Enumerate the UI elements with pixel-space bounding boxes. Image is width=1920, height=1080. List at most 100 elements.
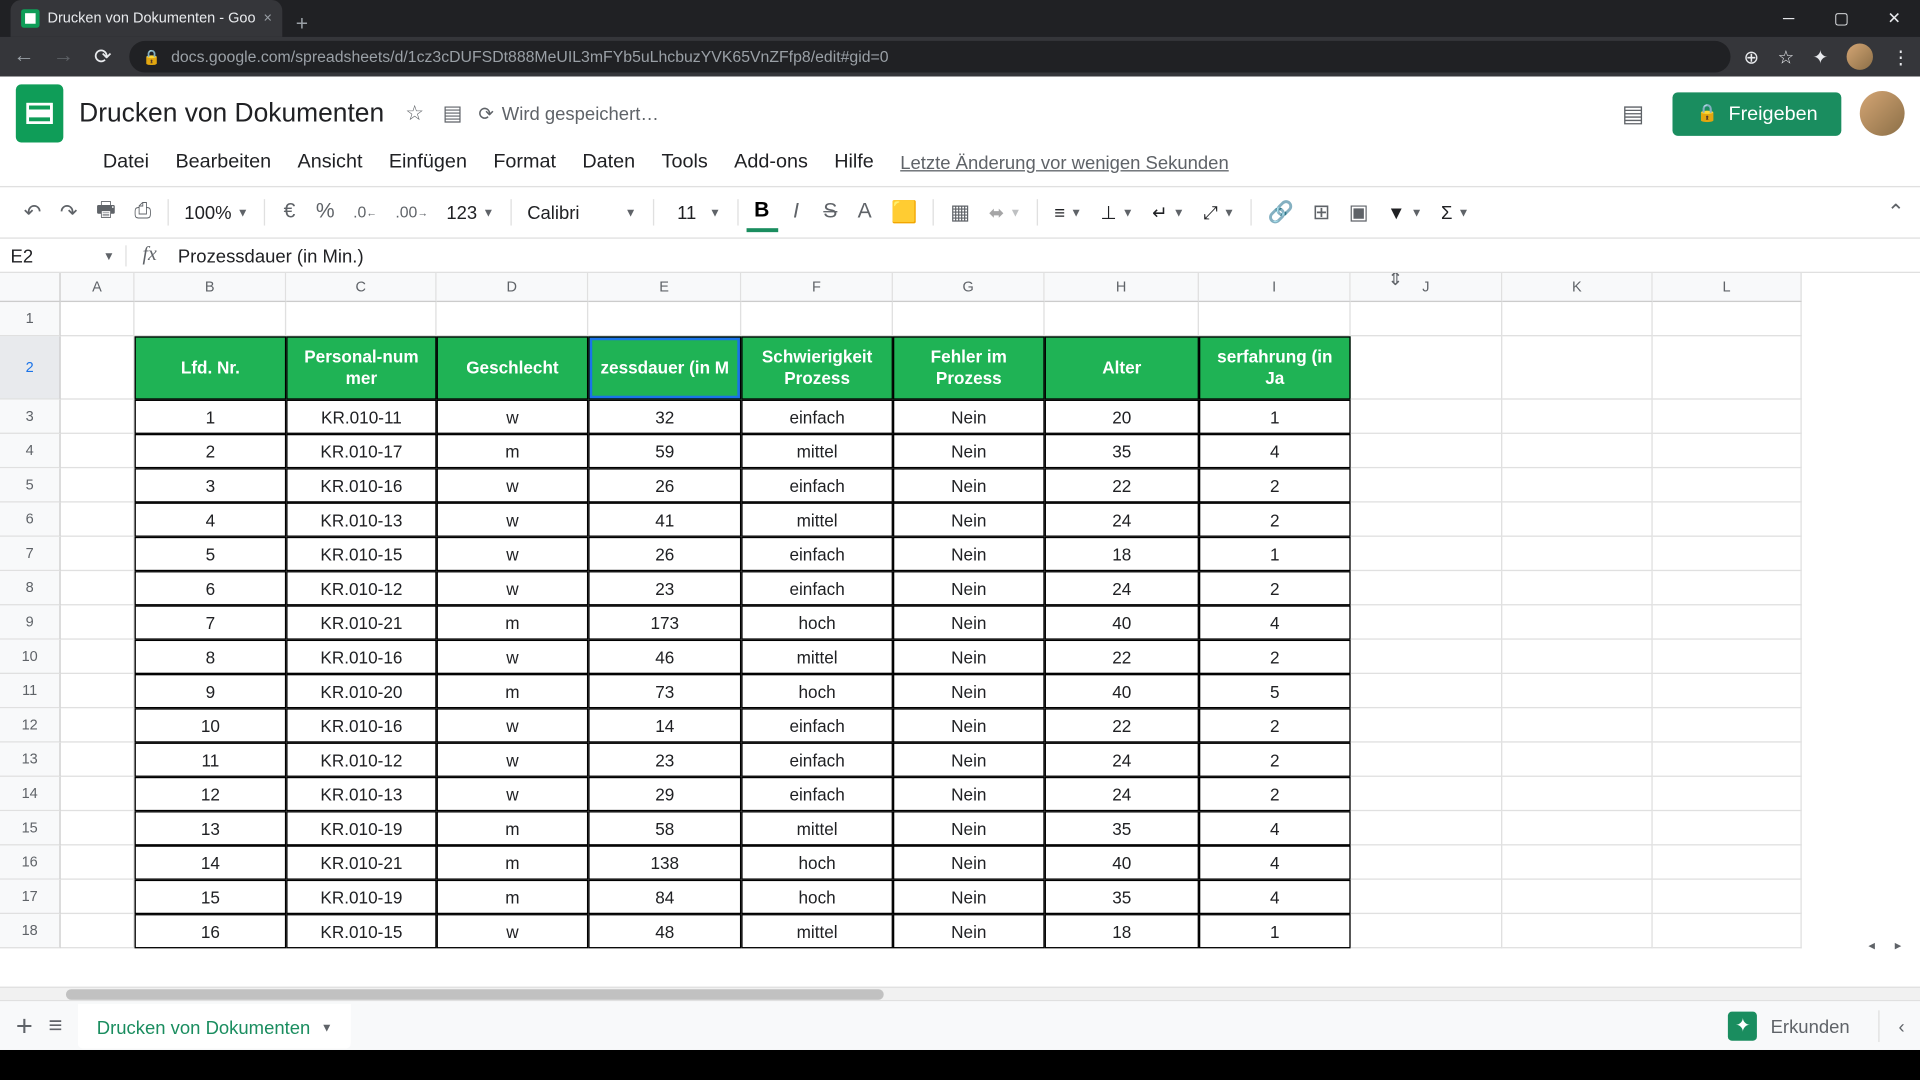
cell-B8[interactable]: 6 [135, 571, 287, 605]
row-header-4[interactable]: 4 [0, 434, 61, 468]
cell-I11[interactable]: 5 [1199, 674, 1351, 708]
forward-button[interactable]: → [50, 45, 76, 69]
cell-E5[interactable]: 26 [588, 468, 741, 502]
extensions-icon[interactable]: ✦ [1813, 46, 1828, 68]
cell-F12[interactable]: einfach [741, 708, 893, 742]
cell-K7[interactable] [1502, 537, 1652, 571]
browser-tab[interactable]: Drucken von Dokumenten - Goo × [11, 0, 283, 37]
cell-G4[interactable]: Nein [893, 434, 1045, 468]
cell-J17[interactable] [1351, 880, 1503, 914]
cell-J4[interactable] [1351, 434, 1503, 468]
cell-A3[interactable] [61, 400, 135, 434]
cell-D7[interactable]: w [437, 537, 589, 571]
close-window-button[interactable]: ✕ [1868, 0, 1920, 37]
cell-E8[interactable]: 23 [588, 571, 741, 605]
row-header-18[interactable]: 18 [0, 914, 61, 948]
text-wrap-button[interactable]: ↵▼ [1144, 199, 1192, 227]
cell-A18[interactable] [61, 914, 135, 948]
cell-G12[interactable]: Nein [893, 708, 1045, 742]
cell-C15[interactable]: KR.010-19 [286, 811, 436, 845]
cell-E14[interactable]: 29 [588, 777, 741, 811]
menu-tools[interactable]: Tools [651, 145, 718, 178]
cell-J8[interactable] [1351, 571, 1503, 605]
all-sheets-button[interactable]: ≡ [49, 1012, 63, 1040]
cell-D17[interactable]: m [437, 880, 589, 914]
cell-E15[interactable]: 58 [588, 811, 741, 845]
paint-format-button[interactable]: ⎙ [127, 195, 160, 229]
bookmark-icon[interactable]: ☆ [1778, 46, 1795, 68]
redo-button[interactable]: ↷ [52, 194, 86, 231]
cell-I18[interactable]: 1 [1199, 914, 1351, 948]
cell-K5[interactable] [1502, 468, 1652, 502]
row-header-10[interactable]: 10 [0, 640, 61, 674]
cell-L15[interactable] [1653, 811, 1802, 845]
row-header-7[interactable]: 7 [0, 537, 61, 571]
cell-J3[interactable] [1351, 400, 1503, 434]
cell-F4[interactable]: mittel [741, 434, 893, 468]
vertical-align-button[interactable]: ⊥▼ [1093, 199, 1142, 227]
column-header-L[interactable]: L [1653, 273, 1802, 302]
cell-G17[interactable]: Nein [893, 880, 1045, 914]
cell-G9[interactable]: Nein [893, 605, 1045, 639]
cell-C18[interactable]: KR.010-15 [286, 914, 436, 948]
cell-L12[interactable] [1653, 708, 1802, 742]
cell-F10[interactable]: mittel [741, 640, 893, 674]
cell-K13[interactable] [1502, 743, 1652, 777]
cell-J14[interactable] [1351, 777, 1503, 811]
cell-E18[interactable]: 48 [588, 914, 741, 948]
currency-button[interactable]: € [274, 195, 306, 229]
cell-C7[interactable]: KR.010-15 [286, 537, 436, 571]
sheets-logo[interactable] [16, 84, 63, 142]
cell-H13[interactable]: 24 [1045, 743, 1199, 777]
cell-A6[interactable] [61, 503, 135, 537]
font-size-select[interactable]: 11▼ [662, 199, 729, 225]
cell-E1[interactable] [588, 302, 741, 336]
cell-B6[interactable]: 4 [135, 503, 287, 537]
cell-D15[interactable]: m [437, 811, 589, 845]
cell-H6[interactable]: 24 [1045, 503, 1199, 537]
cell-I8[interactable]: 2 [1199, 571, 1351, 605]
cell-B1[interactable] [135, 302, 287, 336]
cell-H18[interactable]: 18 [1045, 914, 1199, 948]
cell-H7[interactable]: 18 [1045, 537, 1199, 571]
cell-K12[interactable] [1502, 708, 1652, 742]
cell-D13[interactable]: w [437, 743, 589, 777]
cell-D14[interactable]: w [437, 777, 589, 811]
cell-K6[interactable] [1502, 503, 1652, 537]
fill-color-button[interactable]: 🟨 [883, 194, 925, 231]
cell-H2[interactable]: Alter [1045, 336, 1199, 399]
cell-J15[interactable] [1351, 811, 1503, 845]
column-header-D[interactable]: D [437, 273, 589, 302]
move-icon[interactable]: ▤ [443, 100, 463, 126]
row-header-9[interactable]: 9 [0, 605, 61, 639]
cell-L17[interactable] [1653, 880, 1802, 914]
cell-D18[interactable]: w [437, 914, 589, 948]
cell-L3[interactable] [1653, 400, 1802, 434]
cell-B4[interactable]: 2 [135, 434, 287, 468]
cell-E17[interactable]: 84 [588, 880, 741, 914]
chevron-down-icon[interactable]: ▼ [321, 1020, 333, 1033]
cell-K3[interactable] [1502, 400, 1652, 434]
cell-K18[interactable] [1502, 914, 1652, 948]
cell-E11[interactable]: 73 [588, 674, 741, 708]
column-header-C[interactable]: C [286, 273, 436, 302]
cell-J1[interactable] [1351, 302, 1503, 336]
cell-F17[interactable]: hoch [741, 880, 893, 914]
cell-E16[interactable]: 138 [588, 845, 741, 879]
cell-G14[interactable]: Nein [893, 777, 1045, 811]
cell-D8[interactable]: w [437, 571, 589, 605]
cell-A1[interactable] [61, 302, 135, 336]
row-header-1[interactable]: 1 [0, 302, 61, 336]
cell-H5[interactable]: 22 [1045, 468, 1199, 502]
row-header-15[interactable]: 15 [0, 811, 61, 845]
sheet-tab[interactable]: Drucken von Dokumenten ▼ [78, 1003, 351, 1048]
print-button[interactable]: 🖶 [88, 189, 124, 235]
cell-G10[interactable]: Nein [893, 640, 1045, 674]
cell-D16[interactable]: m [437, 845, 589, 879]
cell-G1[interactable] [893, 302, 1045, 336]
increase-decimal-button[interactable]: .00→ [387, 198, 435, 227]
column-header-G[interactable]: G [893, 273, 1045, 302]
cell-L13[interactable] [1653, 743, 1802, 777]
cell-I6[interactable]: 2 [1199, 503, 1351, 537]
cell-H1[interactable] [1045, 302, 1199, 336]
